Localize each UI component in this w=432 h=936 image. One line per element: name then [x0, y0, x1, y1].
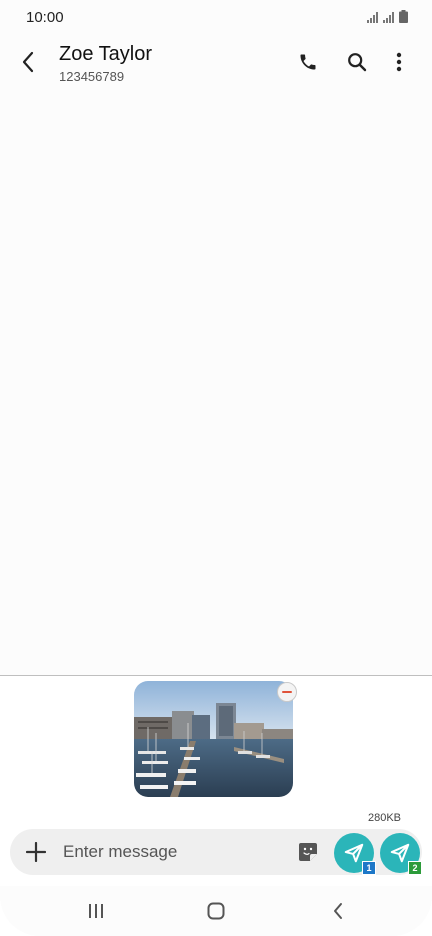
conversation-header: Zoe Taylor 123456789: [0, 34, 432, 92]
composer-area: 280KB 1: [0, 676, 432, 886]
add-attachment-button[interactable]: [24, 840, 48, 864]
phone-icon: [300, 54, 316, 70]
battery-icon: [399, 10, 408, 23]
back-arrow-icon: [22, 51, 34, 73]
send-sim1-button[interactable]: 1: [334, 833, 376, 875]
attachment-size: 280KB: [367, 812, 401, 824]
plus-icon: [26, 842, 46, 862]
signal-1-icon: [367, 12, 378, 23]
minus-icon: [282, 691, 292, 693]
camera-notch: [192, 0, 240, 30]
status-bar: 10:00: [0, 0, 432, 34]
remove-attachment-button[interactable]: [277, 682, 297, 702]
signal-2-icon: [383, 12, 394, 23]
more-options-button[interactable]: [385, 48, 413, 76]
attachment-thumbnail[interactable]: [134, 681, 293, 797]
search-button[interactable]: [343, 48, 371, 76]
message-input[interactable]: [63, 841, 283, 863]
nav-back-button[interactable]: [323, 900, 353, 922]
send-sim2-button[interactable]: 2: [380, 833, 422, 875]
search-icon: [348, 53, 367, 72]
status-time: 10:00: [26, 9, 64, 26]
contact-number: 123456789: [59, 69, 125, 84]
harbour-photo: [134, 681, 293, 797]
home-button[interactable]: [201, 900, 231, 922]
sticker-icon: [299, 843, 317, 861]
sticker-button[interactable]: [298, 842, 318, 862]
contact-name: Zoe Taylor: [59, 43, 153, 65]
recent-apps-icon: [89, 904, 103, 918]
nav-back-icon: [334, 903, 342, 919]
message-thread[interactable]: [0, 92, 432, 674]
screen: 10:00 Zoe Taylor 123456789 280KB Enter m…: [0, 0, 432, 936]
status-icons: [367, 10, 408, 23]
sim-2-badge: 2: [408, 861, 422, 875]
call-button[interactable]: [294, 48, 322, 76]
home-icon: [207, 902, 225, 920]
navigation-bar: [0, 886, 432, 936]
sim-1-badge: 1: [362, 861, 376, 875]
back-button[interactable]: [14, 48, 42, 76]
recent-apps-button[interactable]: [81, 900, 111, 922]
more-vertical-icon: [396, 52, 402, 72]
